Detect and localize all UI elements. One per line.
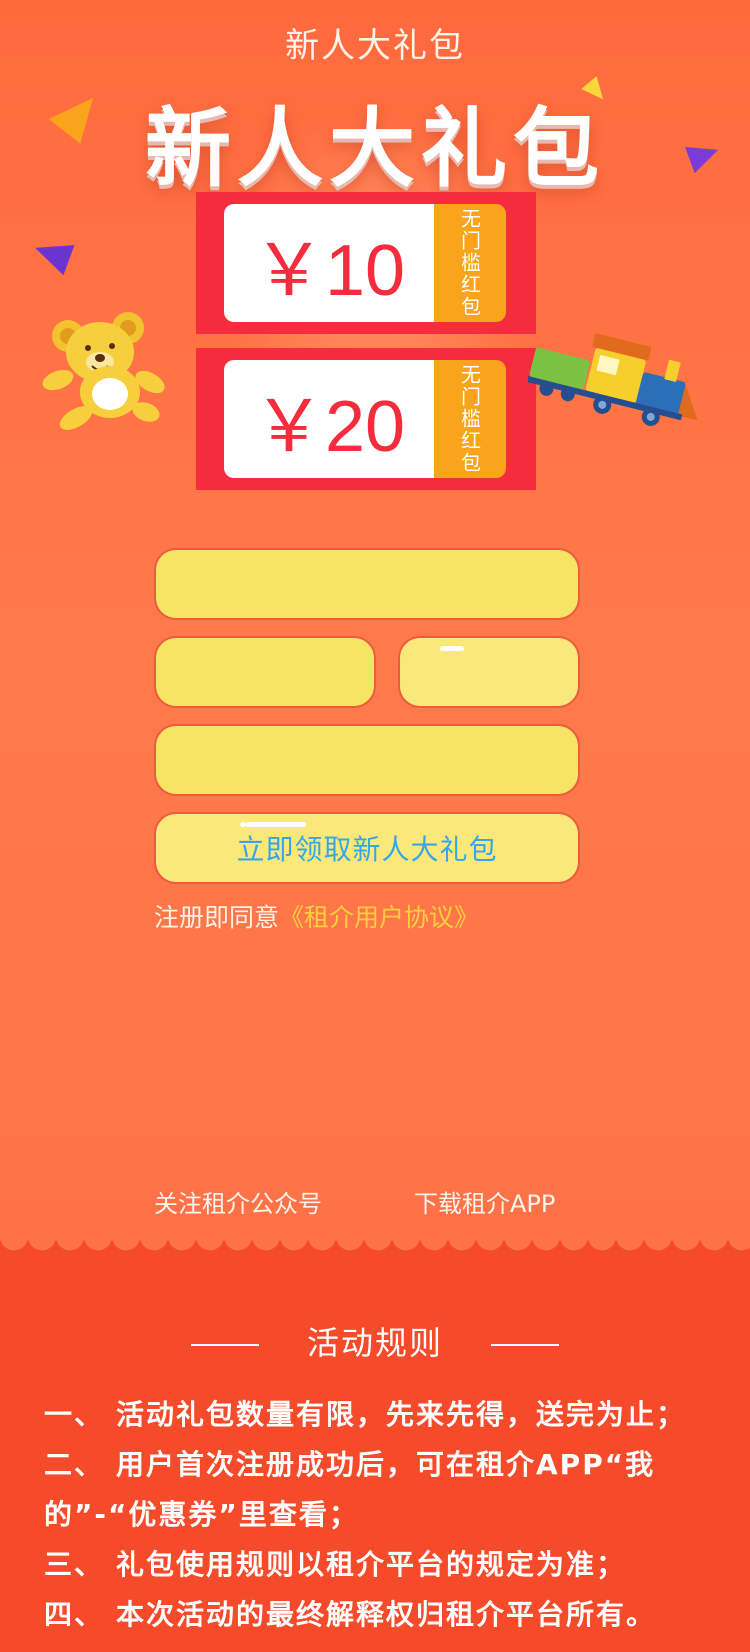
- coupon-tag-label: 无门槛红包: [457, 208, 482, 318]
- paper-plane-icon: [29, 232, 75, 276]
- get-code-button[interactable]: [398, 636, 580, 708]
- phone-input[interactable]: [156, 550, 578, 618]
- button-shine: [240, 822, 246, 827]
- rule-item: 四、 本次活动的最终解释权归租介平台所有。: [44, 1590, 714, 1640]
- claim-gift-button[interactable]: 立即领取新人大礼包: [154, 812, 580, 884]
- rule-item: 三、 礼包使用规则以租介平台的规定为准；: [44, 1540, 714, 1590]
- rule-number: 二、: [44, 1448, 105, 1481]
- coupon-edge: [529, 192, 536, 334]
- coupon-edge: [196, 192, 203, 334]
- rules-list: 一、 活动礼包数量有限，先来先得，送完为止； 二、 用户首次注册成功后，可在租介AP…: [44, 1390, 714, 1640]
- rule-text: 礼包使用规则以租介平台的规定为准；: [116, 1548, 627, 1581]
- user-agreement-link[interactable]: 《租介用户协议》: [279, 903, 479, 932]
- claim-gift-label: 立即领取新人大礼包: [236, 833, 498, 866]
- teddy-bear-icon: [42, 312, 165, 430]
- wave-divider: [0, 1236, 750, 1262]
- rule-number: 一、: [44, 1398, 105, 1431]
- button-shine: [440, 646, 464, 651]
- coupon-10: ￥10 无门槛红包: [196, 192, 536, 334]
- rule-item: 二、 用户首次注册成功后，可在租介APP“我的”-“优惠券”里查看；: [44, 1440, 714, 1540]
- agreement-text: 注册即同意《租介用户协议》: [154, 898, 479, 934]
- rule-number: 四、: [44, 1598, 105, 1631]
- coupon-amount: ￥20: [252, 386, 406, 467]
- password-input[interactable]: [156, 726, 578, 794]
- hero-title: 新人大礼包: [145, 99, 605, 199]
- rule-number: 三、: [44, 1548, 105, 1581]
- coupon-face: ￥10: [224, 204, 434, 322]
- rule-text: 本次活动的最终解释权归租介平台所有。: [116, 1598, 657, 1631]
- toy-train-icon: [528, 333, 698, 426]
- phone-field[interactable]: [154, 548, 580, 620]
- coupon-20: ￥20 无门槛红包: [196, 348, 536, 490]
- rule-text: 用户首次注册成功后，可在租介APP“我的”-“优惠券”里查看；: [44, 1448, 656, 1531]
- code-input[interactable]: [156, 638, 374, 706]
- coupon-edge: [196, 348, 203, 490]
- page-title: 新人大礼包: [285, 26, 465, 66]
- code-field[interactable]: [154, 636, 376, 708]
- rule-text: 活动礼包数量有限，先来先得，送完为止；: [116, 1398, 687, 1431]
- heading-dash: [491, 1344, 559, 1346]
- follow-wechat-link[interactable]: 关注租介公众号: [154, 1184, 322, 1219]
- agreement-prefix: 注册即同意: [154, 903, 280, 932]
- download-app-link[interactable]: 下载租介APP: [414, 1184, 555, 1219]
- rules-section: 活动规则 一、 活动礼包数量有限，先来先得，送完为止； 二、 用户首次注册成功后，可…: [0, 1236, 750, 1652]
- coupon-face: ￥20: [224, 360, 434, 478]
- button-shine: [246, 822, 306, 827]
- rules-title: 活动规则: [306, 1324, 443, 1362]
- password-field[interactable]: [154, 724, 580, 796]
- rules-heading: 活动规则: [0, 1318, 750, 1364]
- heading-dash: [190, 1344, 259, 1346]
- coupon-tag-label: 无门槛红包: [457, 364, 482, 474]
- coupon-tag: 无门槛红包: [434, 204, 506, 322]
- rule-item: 一、 活动礼包数量有限，先来先得，送完为止；: [44, 1390, 714, 1440]
- coupon-amount: ￥10: [252, 230, 406, 311]
- coupon-tag: 无门槛红包: [434, 360, 506, 478]
